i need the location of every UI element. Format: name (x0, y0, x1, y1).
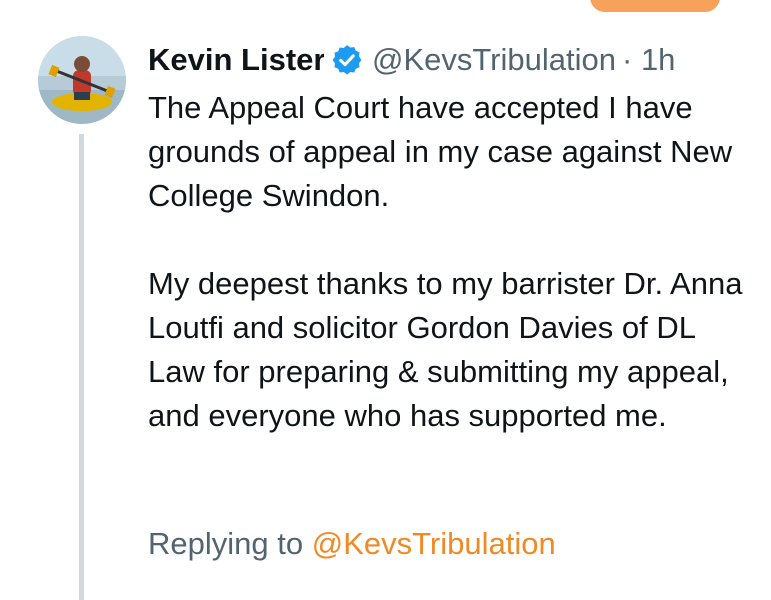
timestamp-row: · 1h (622, 42, 675, 78)
tweet-header: Kevin Lister @KevsTribulation · 1h (148, 38, 748, 82)
replying-to-label: Replying to (148, 526, 304, 561)
tweet-paragraph: The Appeal Court have accepted I have gr… (148, 90, 733, 213)
tweet-text: The Appeal Court have accepted I have gr… (148, 86, 748, 438)
user-handle[interactable]: @KevsTribulation (372, 42, 616, 78)
kayaker-avatar-image (38, 36, 126, 124)
tweet-paragraph: My deepest thanks to my barrister Dr. An… (148, 266, 743, 433)
display-name[interactable]: Kevin Lister (148, 42, 324, 78)
separator-dot: · (621, 42, 633, 77)
timestamp[interactable]: 1h (641, 42, 675, 77)
replying-to-mention-link[interactable]: @KevsTribulation (312, 526, 556, 561)
thread-connector-line (79, 134, 84, 600)
verified-badge-icon[interactable] (330, 43, 364, 77)
avatar[interactable] (38, 36, 126, 124)
tweet[interactable]: Kevin Lister @KevsTribulation · 1h The A… (0, 0, 771, 600)
replying-to: Replying to @KevsTribulation (148, 522, 556, 566)
